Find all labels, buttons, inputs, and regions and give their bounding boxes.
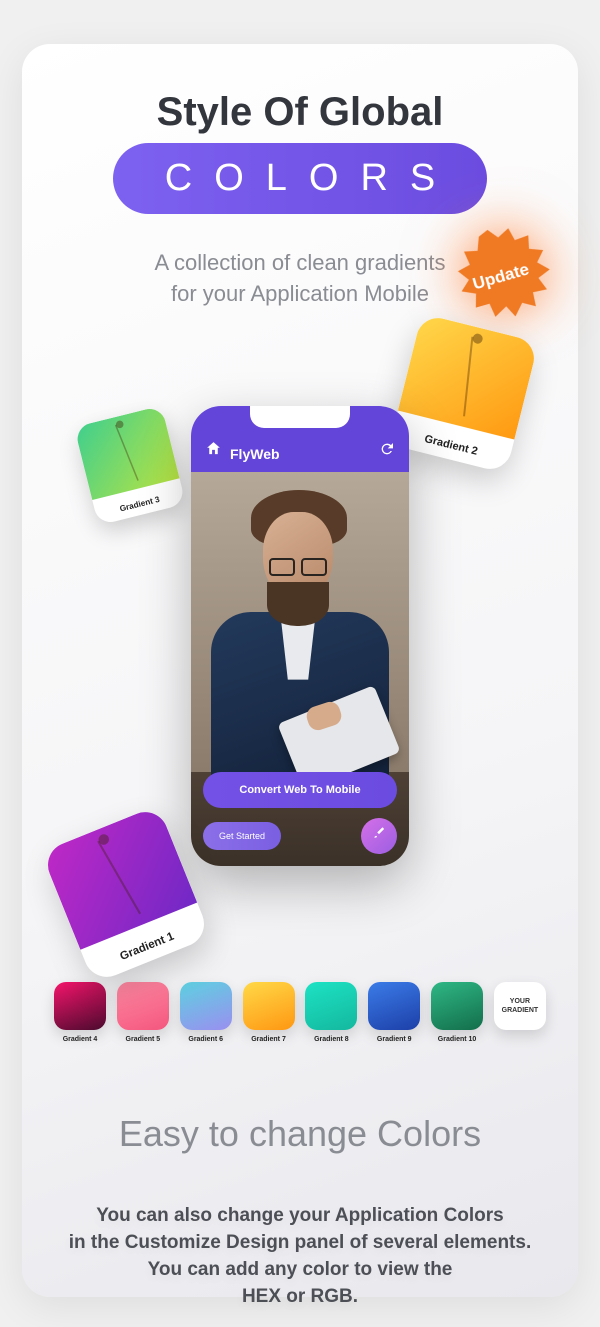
- gradient-chip: [117, 982, 169, 1030]
- gradient-chip: [368, 982, 420, 1030]
- gradient-chip: [180, 982, 232, 1030]
- gradient-swatch-1: Gradient 1: [41, 805, 211, 984]
- gradient-chip: [431, 982, 483, 1030]
- promo-card: Style Of Global COLORS Update A collecti…: [22, 44, 578, 1297]
- gradient-label: Gradient 4: [54, 1036, 106, 1043]
- gradient-label: Gradient 9: [368, 1036, 420, 1043]
- gradient-chip: [243, 982, 295, 1030]
- phone-notch: [250, 406, 350, 428]
- gradient-swatch-3: Gradient 3: [74, 405, 186, 525]
- gradient-swatch-4[interactable]: Gradient 4: [54, 982, 106, 1043]
- gradient-swatch-10[interactable]: Gradient 10: [431, 982, 483, 1043]
- custom-gradient-chip: YOURGRADIENT: [494, 982, 546, 1030]
- phone-mockup-area: Gradient 3 Gradient 2 FlyWeb: [52, 366, 548, 926]
- gradient-swatch-2: Gradient 2: [389, 313, 538, 473]
- gradient-label: Gradient 7: [243, 1036, 295, 1043]
- brush-icon: [372, 826, 386, 845]
- title-colors-pill: COLORS: [113, 143, 487, 214]
- gradient-swatch-9[interactable]: Gradient 9: [368, 982, 420, 1043]
- hero-image-man-with-tablet: [191, 472, 409, 772]
- refresh-icon: [379, 441, 395, 462]
- phone-app-body: Convert Web To Mobile Get Started: [191, 472, 409, 866]
- gradient-label: Gradient 8: [305, 1036, 357, 1043]
- convert-web-button[interactable]: Convert Web To Mobile: [203, 772, 397, 808]
- gradient-swatch-8[interactable]: Gradient 8: [305, 982, 357, 1043]
- gradient-label: Gradient 10: [431, 1036, 483, 1043]
- gradient-swatch-5[interactable]: Gradient 5: [117, 982, 169, 1043]
- gradient-label: Gradient 5: [117, 1036, 169, 1043]
- gradient-swatch-7[interactable]: Gradient 7: [243, 982, 295, 1043]
- get-started-button[interactable]: Get Started: [203, 822, 281, 850]
- section-heading-easy: Easy to change Colors: [52, 1113, 548, 1155]
- gradient-chip: [54, 982, 106, 1030]
- gradient-label: Gradient 6: [180, 1036, 232, 1043]
- title-line-1: Style Of Global: [52, 90, 548, 135]
- phone-mockup: FlyWeb Convert Web To Mobile: [191, 406, 409, 866]
- section-body-text: You can also change your Application Col…: [52, 1203, 548, 1311]
- gradient-swatch-6[interactable]: Gradient 6: [180, 982, 232, 1043]
- gradient-swatches-row: Gradient 4 Gradient 5 Gradient 6 Gradient 7…: [52, 982, 548, 1043]
- gradient-chip: [305, 982, 357, 1030]
- edit-fab[interactable]: [361, 818, 397, 854]
- home-icon: [205, 440, 222, 462]
- gradient-swatch-custom[interactable]: YOURGRADIENT: [494, 982, 546, 1043]
- phone-app-title: FlyWeb: [230, 446, 371, 462]
